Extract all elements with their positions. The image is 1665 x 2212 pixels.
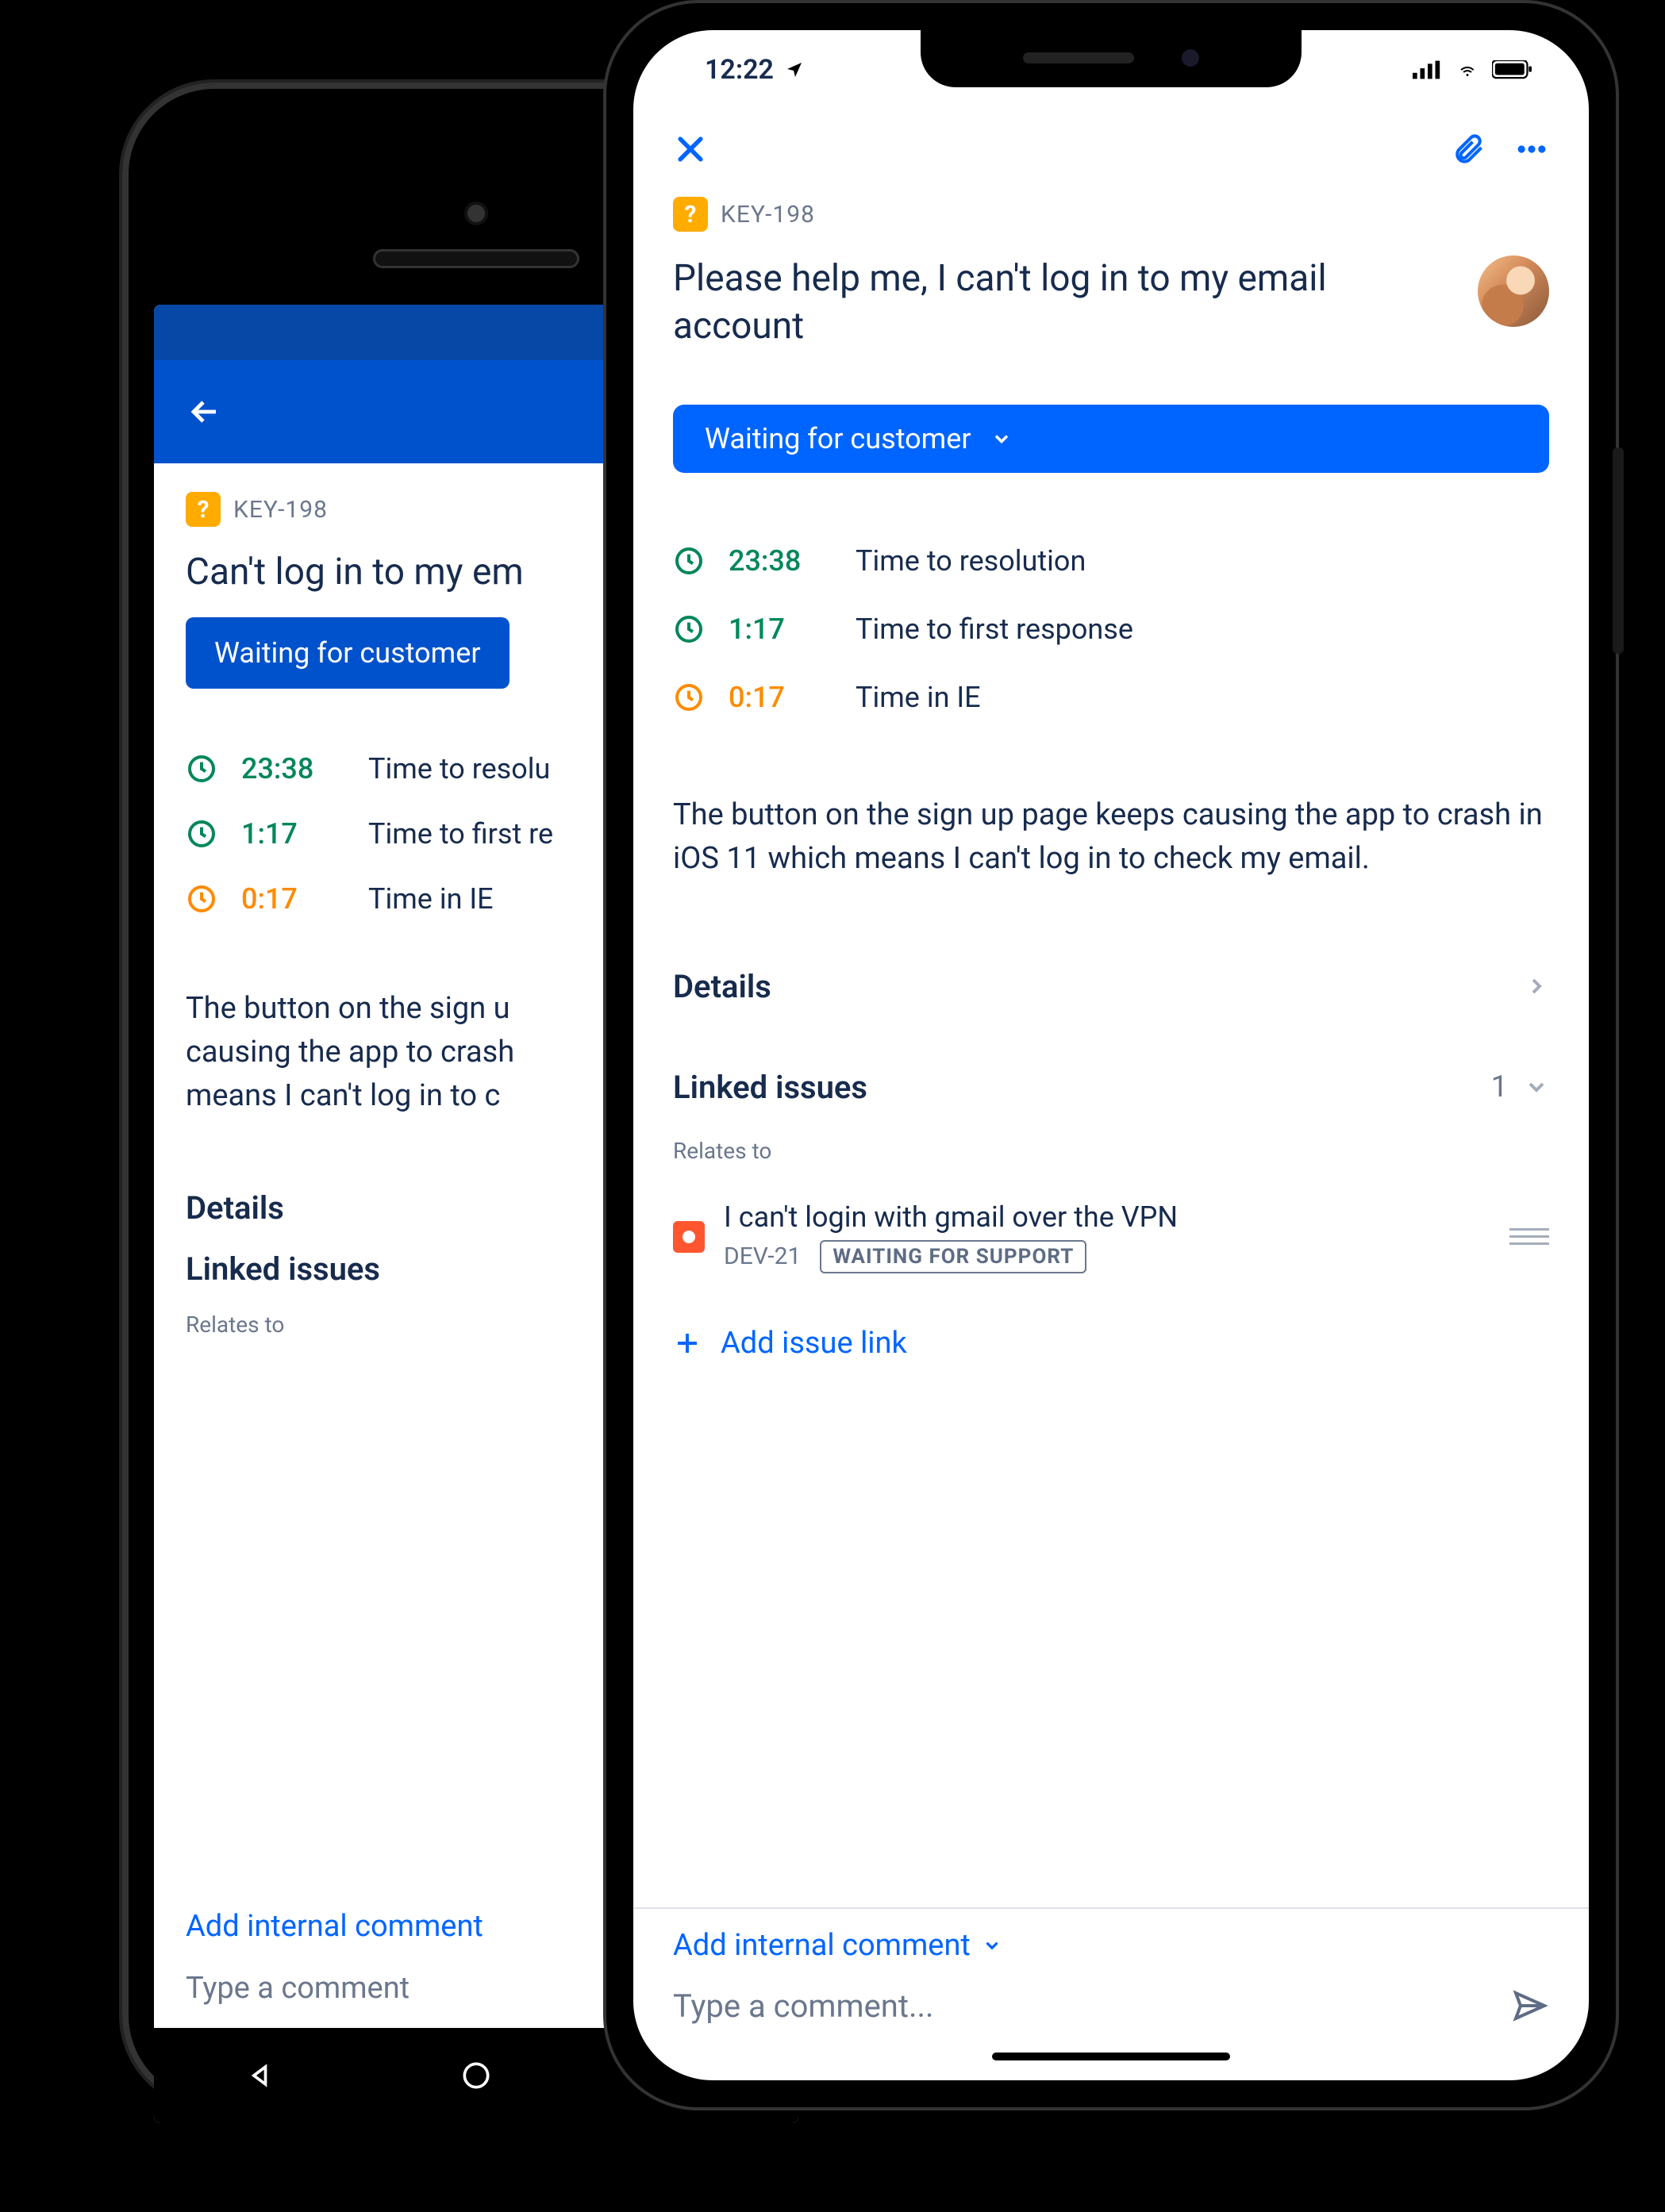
- sla-row: 1:17 Time to first response: [673, 613, 1549, 646]
- status-dropdown[interactable]: Waiting for customer: [673, 405, 1549, 473]
- comment-input-row: Type a comment...: [633, 1971, 1589, 2033]
- sla-label: Time in IE: [856, 681, 981, 714]
- sla-time: 23:38: [729, 544, 832, 578]
- add-issue-link-button[interactable]: Add issue link: [673, 1310, 1549, 1392]
- status-label: Waiting for customer: [705, 422, 971, 455]
- linked-issues-section[interactable]: Linked issues 1: [673, 1069, 1549, 1106]
- linked-issues-label: Linked issues: [673, 1069, 867, 1106]
- iphone-content: ? KEY-198 Please help me, I can't log in…: [633, 189, 1589, 1907]
- android-back-icon[interactable]: [244, 2058, 279, 2093]
- linked-issues-label: Linked issues: [186, 1250, 380, 1288]
- sla-label: Time to resolution: [856, 544, 1086, 578]
- iphone-side-button: [1613, 447, 1624, 654]
- chevron-down-icon: [1524, 1074, 1549, 1100]
- linked-count: 1: [1491, 1070, 1508, 1104]
- cellular-icon: [1413, 60, 1443, 79]
- chevron-down-icon: [982, 1935, 1002, 1956]
- bug-icon: [673, 1221, 705, 1253]
- sla-time: 1:17: [241, 817, 344, 851]
- issue-type-icon: ?: [673, 197, 708, 232]
- relates-to-label: Relates to: [673, 1138, 1549, 1164]
- linked-issue-status: WAITING FOR SUPPORT: [820, 1240, 1086, 1273]
- reporter-avatar[interactable]: [1478, 255, 1549, 327]
- sla-row: 23:38 Time to resolution: [673, 544, 1549, 578]
- back-arrow-icon[interactable]: [186, 393, 224, 431]
- status-label: Waiting for customer: [214, 636, 481, 670]
- sla-time: 1:17: [729, 613, 832, 646]
- sla-label: Time in IE: [368, 882, 494, 916]
- issue-key-row: ? KEY-198: [673, 197, 1549, 232]
- details-label: Details: [186, 1189, 284, 1227]
- sla-label: Time to resolu: [368, 752, 550, 785]
- comment-input[interactable]: Type a comment...: [673, 1987, 934, 2025]
- issue-description: The button on the sign up page keeps cau…: [673, 793, 1549, 881]
- chevron-down-icon: [990, 428, 1013, 450]
- add-issue-link-label: Add issue link: [721, 1326, 907, 1361]
- issue-type-icon: ?: [186, 492, 221, 527]
- issue-title: Please help me, I can't log in to my ema…: [673, 255, 1454, 351]
- android-camera: [464, 202, 488, 225]
- status-button[interactable]: Waiting for customer: [186, 617, 509, 689]
- details-section[interactable]: Details: [673, 968, 1549, 1005]
- issue-key: KEY-198: [233, 496, 328, 524]
- status-time: 12:22: [705, 54, 774, 86]
- linked-issue-row[interactable]: I can't login with gmail over the VPN DE…: [673, 1188, 1549, 1286]
- iphone-screen: 12:22 ?: [633, 30, 1589, 2080]
- issue-key: KEY-198: [721, 201, 815, 228]
- sla-label: Time to first response: [856, 613, 1133, 646]
- iphone-frame: 12:22 ?: [603, 0, 1619, 2110]
- plus-icon: [673, 1329, 702, 1358]
- chevron-right-icon: [1524, 974, 1549, 999]
- iphone-home-indicator[interactable]: [633, 2033, 1589, 2080]
- iphone-notch: [921, 29, 1302, 87]
- close-icon[interactable]: [673, 132, 708, 167]
- sla-row: 0:17 Time in IE: [673, 681, 1549, 714]
- android-home-icon[interactable]: [459, 2058, 494, 2093]
- sla-time: 23:38: [241, 752, 344, 785]
- sla-time: 0:17: [729, 681, 832, 714]
- send-icon[interactable]: [1511, 1987, 1549, 2025]
- location-icon: [785, 60, 804, 79]
- details-label: Details: [673, 968, 771, 1005]
- drag-handle-icon[interactable]: [1509, 1228, 1549, 1245]
- comment-type-selector[interactable]: Add internal comment: [633, 1907, 1589, 1971]
- comment-type-label: Add internal comment: [673, 1928, 971, 1963]
- attachment-icon[interactable]: [1451, 132, 1486, 167]
- battery-icon: [1492, 60, 1533, 79]
- wifi-icon: [1454, 60, 1481, 79]
- sla-time: 0:17: [241, 882, 344, 916]
- more-icon[interactable]: [1514, 132, 1549, 167]
- sla-label: Time to first re: [368, 817, 553, 851]
- nav-bar: [633, 109, 1589, 189]
- sla-list: 23:38 Time to resolution 1:17 Time to first…: [673, 544, 1549, 714]
- linked-issue-title: I can't login with gmail over the VPN: [724, 1200, 1490, 1234]
- android-speaker: [373, 249, 579, 268]
- linked-issue-key: DEV-21: [724, 1242, 801, 1270]
